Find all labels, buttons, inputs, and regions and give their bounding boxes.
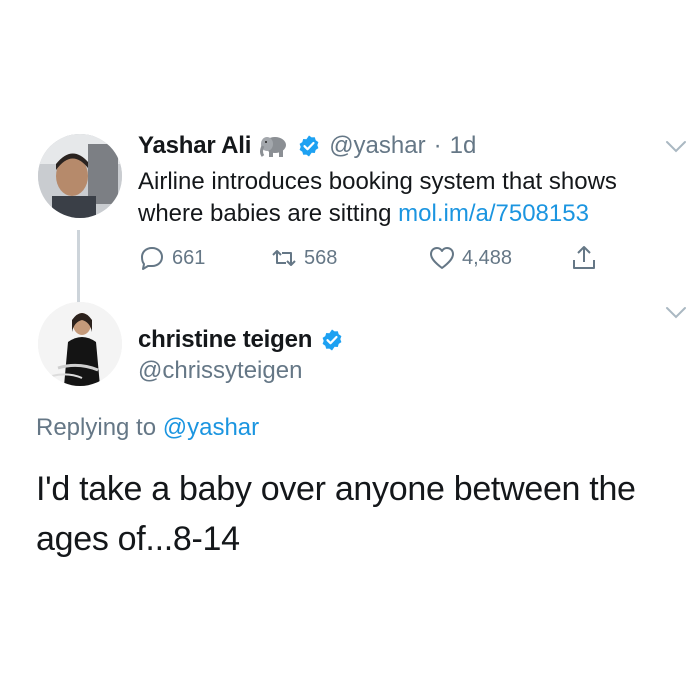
tweet1-link[interactable]: mol.im/a/7508153 — [398, 200, 589, 227]
tweet2-handle[interactable]: @chrissyteigen — [138, 357, 302, 385]
replying-to-label: Replying to — [36, 414, 163, 441]
thread-connector-line — [77, 230, 80, 304]
tweet2-author-name[interactable]: christine teigen — [138, 326, 312, 354]
heart-icon — [430, 247, 454, 269]
tweet1-action-bar: 661 568 4,488 — [138, 242, 618, 274]
tweet1-author-name[interactable]: Yashar Ali — [138, 132, 251, 160]
chevron-down-icon[interactable] — [665, 306, 687, 320]
retweet-count: 568 — [304, 246, 338, 269]
chevron-down-icon[interactable] — [665, 140, 687, 154]
elephant-icon — [260, 137, 287, 157]
reply-button[interactable]: 661 — [138, 242, 205, 274]
reply-count: 661 — [172, 246, 206, 269]
share-icon — [573, 246, 595, 269]
replying-to-link[interactable]: @yashar — [163, 414, 259, 441]
avatar-chrissyteigen[interactable] — [38, 302, 122, 386]
tweet2-header: christine teigen — [138, 322, 344, 358]
tweet2-text: I'd take a baby over anyone between the … — [36, 470, 636, 558]
verified-badge-icon — [299, 135, 319, 157]
replying-to-line: Replying to @yashar — [36, 414, 259, 442]
like-count: 4,488 — [462, 246, 513, 269]
reply-icon — [141, 247, 163, 270]
like-button[interactable]: 4,488 — [428, 242, 512, 274]
share-button[interactable] — [570, 242, 598, 274]
verified-badge-icon — [322, 329, 342, 351]
separator-dot: · — [433, 132, 442, 159]
retweet-icon — [272, 250, 296, 266]
tweet1-timestamp[interactable]: 1d — [450, 132, 477, 160]
tweet1-header: Yashar Ali @yashar · 1d — [138, 128, 476, 164]
tweet1-text: Airline introduces booking system that s… — [138, 166, 688, 230]
tweet1-handle[interactable]: @yashar — [329, 132, 425, 160]
avatar-yashar[interactable] — [38, 134, 122, 218]
retweet-button[interactable]: 568 — [270, 242, 337, 274]
